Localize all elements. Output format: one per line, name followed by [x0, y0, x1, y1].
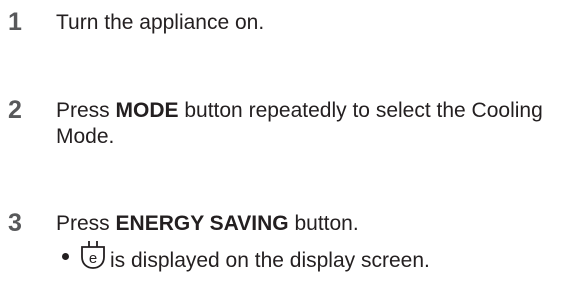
step-instruction: Press MODE button repeatedly to select t… — [56, 98, 556, 150]
energy-saving-plug-icon: e — [81, 241, 105, 269]
svg-text:e: e — [89, 250, 97, 267]
button-name: ENERGY SAVING — [115, 212, 289, 235]
instruction-text: Press — [56, 212, 116, 235]
step-number: 2 — [8, 96, 22, 124]
step-instruction: Turn the appliance on. — [56, 10, 556, 36]
instruction-text: Turn the appliance on. — [56, 11, 265, 34]
step-instruction: Press ENERGY SAVING button. — [56, 211, 556, 237]
bullet-item: e is displayed on the display screen. — [62, 240, 552, 276]
instruction-text: button. — [288, 212, 359, 235]
instruction-text: Press — [56, 99, 116, 122]
step-number: 1 — [8, 8, 22, 36]
bullet-dot — [62, 253, 69, 260]
button-name: MODE — [115, 99, 179, 122]
step-number: 3 — [8, 209, 22, 237]
bullet-text: is displayed on the display screen. — [110, 249, 430, 272]
